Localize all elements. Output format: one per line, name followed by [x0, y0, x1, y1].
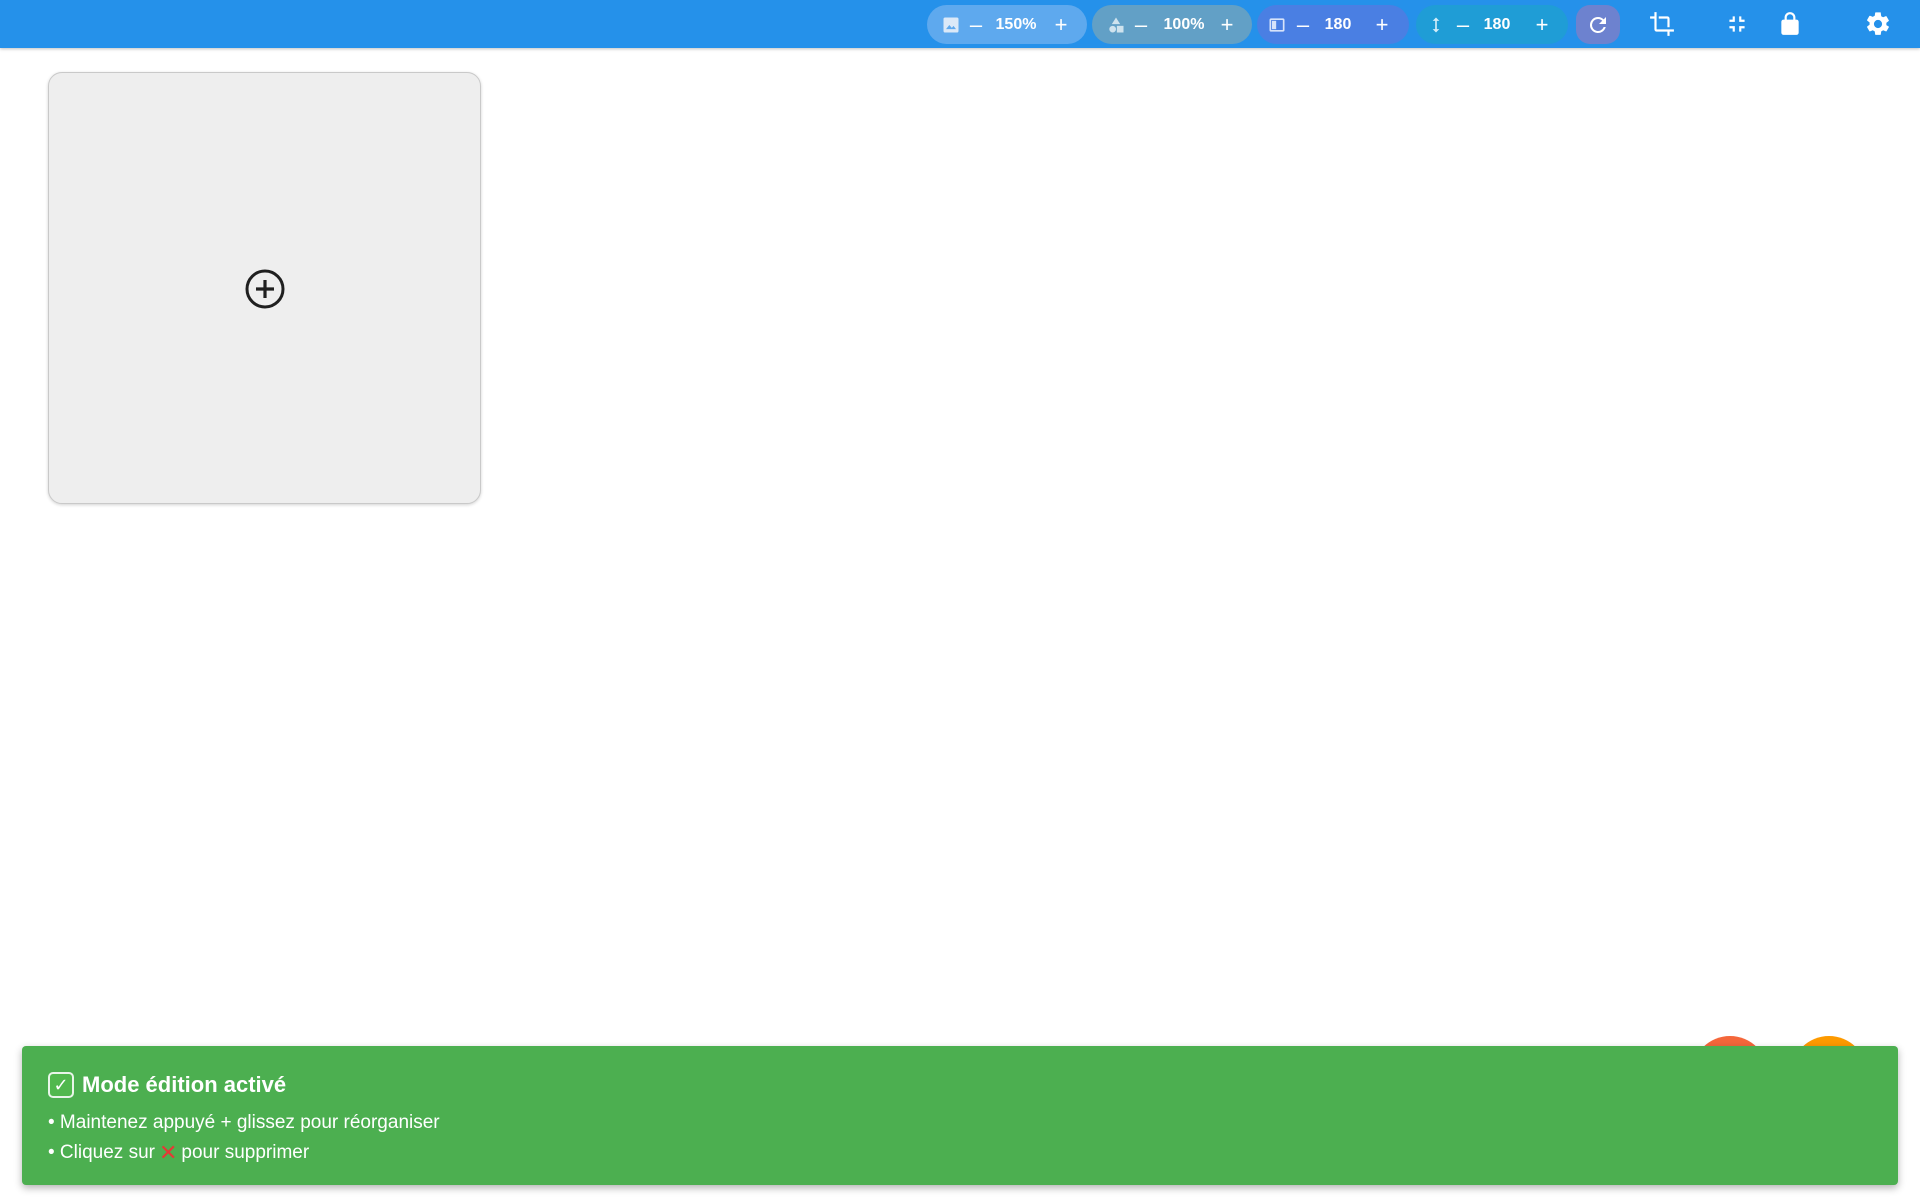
image-zoom-value: 150% [995, 16, 1037, 33]
add-circle-icon [245, 269, 285, 309]
check-icon: ✓ [48, 1072, 74, 1098]
snackbar-line-delete: • Cliquez sur ✕ pour supprimer [48, 1140, 1872, 1165]
height-plus-button[interactable]: + [1529, 12, 1555, 38]
lock-button[interactable] [1774, 8, 1806, 40]
shape-zoom-minus-button[interactable]: – [1128, 12, 1154, 38]
lock-icon [1781, 12, 1799, 35]
image-zoom-group: – 150% + [927, 5, 1087, 44]
width-group: – 180 + [1257, 5, 1409, 44]
top-app-bar: – 150% + – 100% + – 180 + – 180 + [0, 0, 1920, 48]
crop-icon [1650, 12, 1674, 36]
settings-button[interactable] [1862, 8, 1894, 40]
image-zoom-plus-button[interactable]: + [1048, 12, 1074, 38]
fullscreen-exit-button[interactable] [1721, 8, 1753, 40]
width-value: 180 [1324, 16, 1352, 33]
crop-button[interactable] [1646, 8, 1678, 40]
gear-icon [1867, 12, 1889, 35]
edit-mode-snackbar: ✓ Mode édition activé • Maintenez appuyé… [22, 1046, 1898, 1185]
shape-zoom-group: – 100% + [1092, 5, 1252, 44]
refresh-icon [1589, 16, 1606, 33]
fullscreen-exit-icon [1729, 16, 1745, 32]
snackbar-line1-text: • Maintenez appuyé + glissez pour réorga… [48, 1112, 440, 1133]
add-item-card[interactable] [48, 72, 481, 504]
snackbar-line2-prefix: • Cliquez sur [48, 1142, 155, 1163]
shape-zoom-value: 100% [1163, 16, 1205, 33]
shapes-icon [1109, 17, 1124, 33]
height-value: 180 [1483, 16, 1511, 33]
column-width-icon [1269, 18, 1285, 32]
snackbar-line-reorder: • Maintenez appuyé + glissez pour réorga… [48, 1112, 1872, 1134]
image-icon [943, 17, 959, 33]
shape-zoom-plus-button[interactable]: + [1214, 12, 1240, 38]
snackbar-title-text: Mode édition activé [82, 1072, 287, 1097]
cross-icon: ✕ [158, 1140, 178, 1165]
height-group: – 180 + [1416, 5, 1568, 44]
refresh-button[interactable] [1576, 5, 1620, 44]
vertical-arrows-icon [1432, 17, 1440, 33]
snackbar-line2-suffix: pour supprimer [181, 1142, 310, 1163]
image-zoom-minus-button[interactable]: – [963, 12, 989, 38]
snackbar-title: ✓ Mode édition activé [48, 1070, 1872, 1100]
width-plus-button[interactable]: + [1369, 12, 1395, 38]
